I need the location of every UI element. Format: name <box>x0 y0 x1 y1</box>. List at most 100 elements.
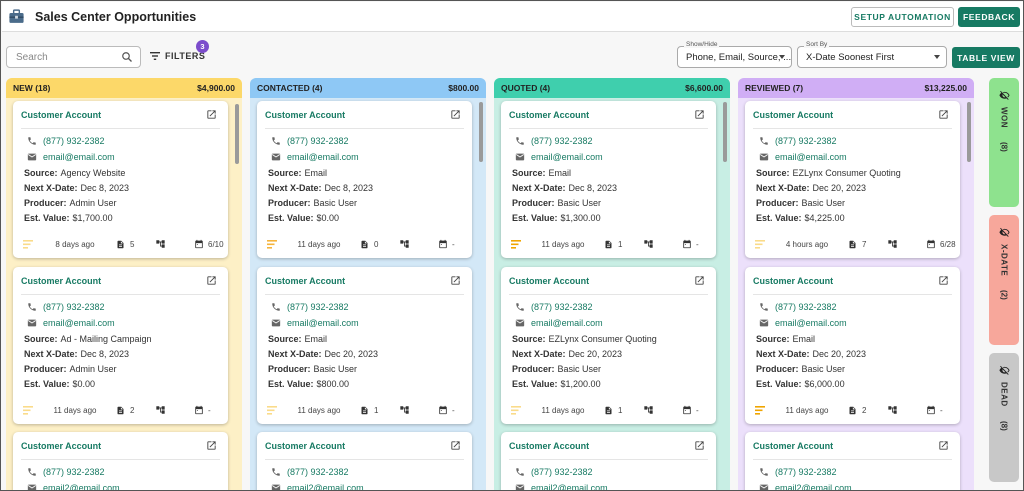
collapsed-column-won[interactable]: WON (8) <box>989 78 1019 207</box>
calendar-button[interactable] <box>682 405 692 415</box>
customer-account-link[interactable]: Customer Account <box>21 441 101 451</box>
email-link[interactable]: email@email.com <box>287 318 359 328</box>
table-view-button[interactable]: TABLE VIEW <box>952 47 1020 68</box>
opportunity-card[interactable]: Customer Account (877) 932-2382 email2@ema… <box>257 432 472 490</box>
documents-button[interactable] <box>360 405 369 416</box>
documents-button[interactable] <box>116 405 125 416</box>
workflow-button[interactable] <box>643 405 654 415</box>
opportunity-card[interactable]: Customer Account (877) 932-2382 email@emai… <box>501 267 716 424</box>
email-link[interactable]: email@email.com <box>775 318 847 328</box>
opportunity-card[interactable]: Customer Account (877) 932-2382 email@emai… <box>257 267 472 424</box>
collapsed-column-dead[interactable]: DEAD (8) <box>989 353 1019 482</box>
workflow-button[interactable] <box>399 239 410 249</box>
email-link[interactable]: email2@email.com <box>775 483 852 490</box>
open-external-icon[interactable] <box>694 275 705 286</box>
open-external-icon[interactable] <box>206 109 217 120</box>
calendar-button[interactable] <box>682 239 692 249</box>
phone-link[interactable]: (877) 932-2382 <box>287 467 349 477</box>
email-link[interactable]: email2@email.com <box>43 483 120 490</box>
phone-link[interactable]: (877) 932-2382 <box>43 467 105 477</box>
scrollbar[interactable] <box>235 104 239 164</box>
calendar-button[interactable] <box>438 239 448 249</box>
search-input[interactable]: Search <box>6 46 141 68</box>
scrollbar[interactable] <box>479 102 483 162</box>
collapsed-column-x-date[interactable]: X-DATE (2) <box>989 215 1019 345</box>
email-link[interactable]: email@email.com <box>775 152 847 162</box>
phone-link[interactable]: (877) 932-2382 <box>43 136 105 146</box>
open-external-icon[interactable] <box>938 440 949 451</box>
hidden-eye-icon[interactable] <box>998 90 1010 101</box>
documents-button[interactable] <box>360 239 369 250</box>
workflow-button[interactable] <box>887 405 898 415</box>
filters-button[interactable]: FILTERS <box>150 51 205 61</box>
documents-button[interactable] <box>604 405 613 416</box>
open-external-icon[interactable] <box>938 275 949 286</box>
setup-automation-button[interactable]: SETUP AUTOMATION <box>851 7 954 27</box>
email-link[interactable]: email2@email.com <box>287 483 364 490</box>
documents-button[interactable] <box>848 405 857 416</box>
phone-link[interactable]: (877) 932-2382 <box>531 467 593 477</box>
workflow-button[interactable] <box>887 239 898 249</box>
customer-account-link[interactable]: Customer Account <box>21 276 101 286</box>
customer-account-link[interactable]: Customer Account <box>509 110 589 120</box>
phone-link[interactable]: (877) 932-2382 <box>775 467 837 477</box>
customer-account-link[interactable]: Customer Account <box>509 441 589 451</box>
opportunity-card[interactable]: Customer Account (877) 932-2382 email@emai… <box>257 101 472 258</box>
calendar-button[interactable] <box>926 239 936 249</box>
customer-account-link[interactable]: Customer Account <box>509 276 589 286</box>
customer-account-link[interactable]: Customer Account <box>265 276 345 286</box>
scrollbar[interactable] <box>967 102 971 162</box>
hidden-eye-icon[interactable] <box>998 227 1010 238</box>
customer-account-link[interactable]: Customer Account <box>753 276 833 286</box>
email-link[interactable]: email@email.com <box>43 152 115 162</box>
opportunity-card[interactable]: Customer Account (877) 932-2382 email@emai… <box>13 267 228 424</box>
hidden-eye-icon[interactable] <box>998 365 1010 376</box>
workflow-button[interactable] <box>155 405 166 415</box>
opportunity-card[interactable]: Customer Account (877) 932-2382 email2@ema… <box>501 432 716 490</box>
calendar-button[interactable] <box>926 405 936 415</box>
phone-link[interactable]: (877) 932-2382 <box>287 302 349 312</box>
email-link[interactable]: email@email.com <box>287 152 359 162</box>
sort-by-select[interactable]: Sort By X-Date Soonest First <box>797 41 947 68</box>
open-external-icon[interactable] <box>450 440 461 451</box>
workflow-button[interactable] <box>155 239 166 249</box>
show-hide-select[interactable]: Show/Hide Phone, Email, Source, ... <box>677 41 792 68</box>
email-link[interactable]: email@email.com <box>531 318 603 328</box>
feedback-button[interactable]: FEEDBACK <box>958 7 1020 27</box>
email-link[interactable]: email@email.com <box>531 152 603 162</box>
customer-account-link[interactable]: Customer Account <box>265 441 345 451</box>
documents-button[interactable] <box>604 239 613 250</box>
opportunity-card[interactable]: Customer Account (877) 932-2382 email2@ema… <box>13 432 228 490</box>
calendar-button[interactable] <box>438 405 448 415</box>
customer-account-link[interactable]: Customer Account <box>753 110 833 120</box>
opportunity-card[interactable]: Customer Account (877) 932-2382 email@emai… <box>13 101 228 258</box>
customer-account-link[interactable]: Customer Account <box>265 110 345 120</box>
phone-link[interactable]: (877) 932-2382 <box>43 302 105 312</box>
email-link[interactable]: email2@email.com <box>531 483 608 490</box>
workflow-button[interactable] <box>643 239 654 249</box>
customer-account-link[interactable]: Customer Account <box>21 110 101 120</box>
open-external-icon[interactable] <box>938 109 949 120</box>
phone-link[interactable]: (877) 932-2382 <box>775 302 837 312</box>
phone-link[interactable]: (877) 932-2382 <box>531 302 593 312</box>
opportunity-card[interactable]: Customer Account (877) 932-2382 email@emai… <box>745 101 960 258</box>
calendar-button[interactable] <box>194 239 204 249</box>
search-icon[interactable] <box>121 51 133 63</box>
open-external-icon[interactable] <box>450 109 461 120</box>
documents-button[interactable] <box>116 239 125 250</box>
phone-link[interactable]: (877) 932-2382 <box>775 136 837 146</box>
opportunity-card[interactable]: Customer Account (877) 932-2382 email2@ema… <box>745 432 960 490</box>
workflow-button[interactable] <box>399 405 410 415</box>
open-external-icon[interactable] <box>450 275 461 286</box>
documents-button[interactable] <box>848 239 857 250</box>
calendar-button[interactable] <box>194 405 204 415</box>
open-external-icon[interactable] <box>694 440 705 451</box>
phone-link[interactable]: (877) 932-2382 <box>287 136 349 146</box>
open-external-icon[interactable] <box>206 440 217 451</box>
open-external-icon[interactable] <box>694 109 705 120</box>
phone-link[interactable]: (877) 932-2382 <box>531 136 593 146</box>
customer-account-link[interactable]: Customer Account <box>753 441 833 451</box>
scrollbar[interactable] <box>723 102 727 162</box>
open-external-icon[interactable] <box>206 275 217 286</box>
email-link[interactable]: email@email.com <box>43 318 115 328</box>
